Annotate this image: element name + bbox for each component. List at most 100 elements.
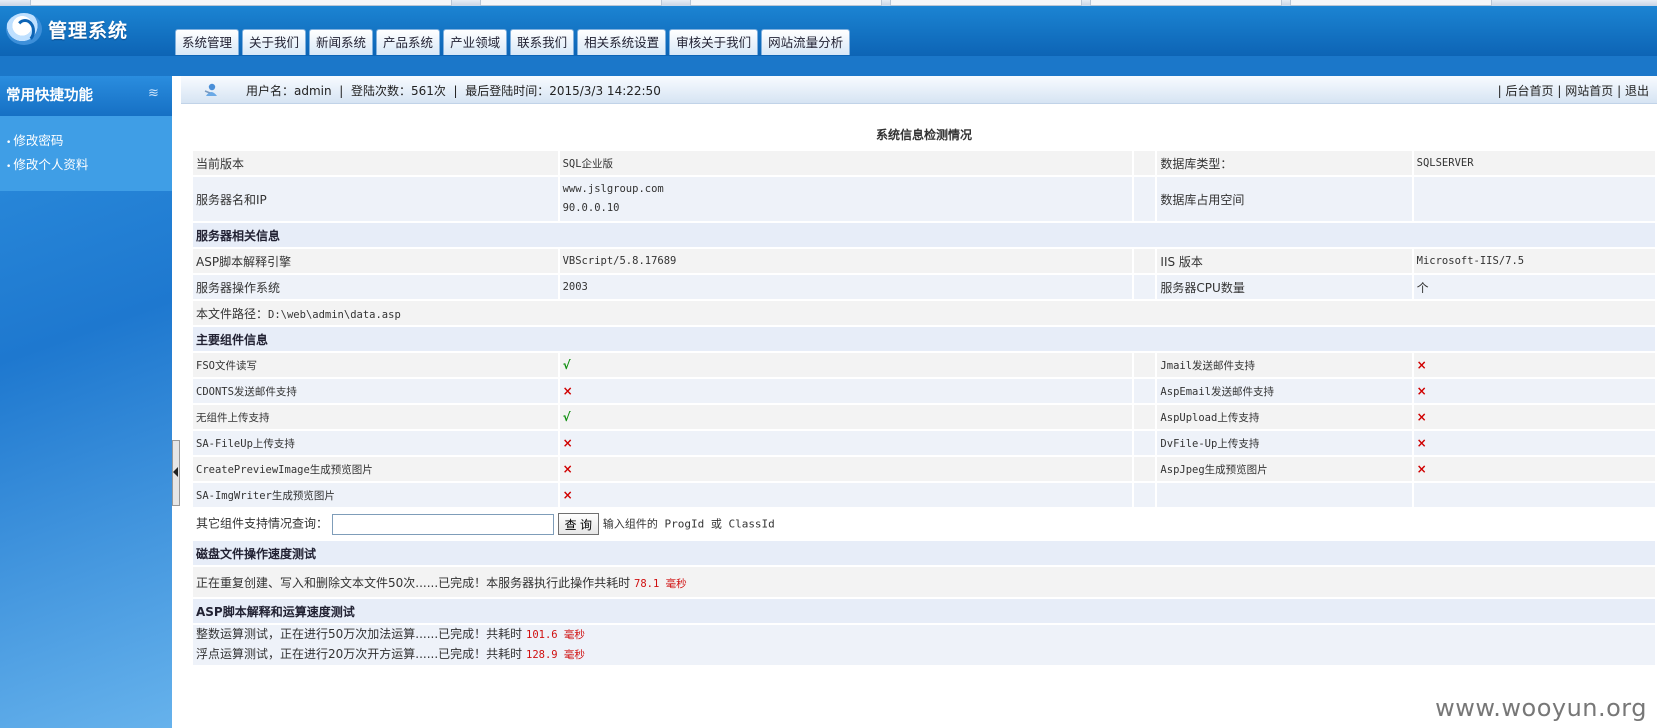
disk-test-time: 78.1 毫秒 bbox=[634, 577, 687, 590]
disk-test-text: 正在重复创建、写入和删除文本文件50次......已完成！本服务器执行此操作共耗… bbox=[196, 575, 631, 590]
sidebar-item-change-password[interactable]: • 修改密码 bbox=[6, 130, 63, 149]
bullet-icon: • bbox=[6, 162, 12, 172]
logo-icon bbox=[6, 13, 42, 45]
nav-tab-traffic[interactable]: 网站流量分析 bbox=[761, 29, 851, 55]
login-count: 561次 bbox=[410, 84, 446, 98]
sidebar-item-label: 修改个人资料 bbox=[13, 157, 89, 172]
int-test-text: 整数运算测试，正在进行50万次加法运算......已完成！共耗时 bbox=[196, 627, 523, 641]
cross-icon: × bbox=[1413, 431, 1655, 455]
query-row: 其它组件支持情况查询： 查 询 输入组件的 ProgId 或 ClassId bbox=[193, 509, 1655, 539]
user-info-bar: 用户名：admin | 登陆次数：561次 | 最后登陆时间：2015/3/3 … bbox=[181, 76, 1657, 104]
disk-test-result: 正在重复创建、写入和删除文本文件50次......已完成！本服务器执行此操作共耗… bbox=[193, 567, 1655, 597]
separator: | bbox=[339, 84, 344, 98]
top-header: 管理系统 系统管理 关于我们 新闻系统 产品系统 产业领域 联系我们 相关系统设… bbox=[0, 0, 1657, 56]
nav-tab-review-about[interactable]: 审核关于我们 bbox=[669, 29, 759, 55]
last-login-label: 最后登陆时间： bbox=[465, 84, 550, 98]
site-home-link[interactable]: 网站首页 bbox=[1565, 84, 1613, 98]
nav-tab-related-settings[interactable]: 相关系统设置 bbox=[577, 29, 667, 55]
table-row: 本文件路径：D:\web\admin\data.asp bbox=[193, 301, 1655, 325]
login-count-label: 登陆次数： bbox=[350, 84, 411, 98]
asp-engine-value: VBScript/5.8.17689 bbox=[559, 249, 1132, 273]
table-row: 无组件上传支持 √ AspUpload上传支持 × bbox=[193, 405, 1655, 429]
cross-icon: × bbox=[1413, 353, 1655, 377]
server-label: 服务器名和IP bbox=[193, 177, 558, 221]
component-section-title: 主要组件信息 bbox=[193, 327, 1655, 351]
cross-icon: × bbox=[1413, 457, 1655, 481]
user-info-text: 用户名：admin | 登陆次数：561次 | 最后登陆时间：2015/3/3 … bbox=[246, 82, 661, 99]
sidebar-toggle-handle[interactable] bbox=[172, 440, 180, 506]
sidebar-links: • 修改密码 • 修改个人资料 bbox=[0, 116, 172, 191]
username: admin bbox=[294, 84, 332, 98]
cross-icon: × bbox=[559, 379, 1132, 403]
collapse-icon[interactable]: ≋ bbox=[148, 86, 159, 101]
section-header: 服务器相关信息 bbox=[193, 223, 1655, 247]
main-content: 用户名：admin | 登陆次数：561次 | 最后登陆时间：2015/3/3 … bbox=[181, 76, 1657, 728]
logo-text: 管理系统 bbox=[48, 19, 129, 42]
logout-link[interactable]: 退出 bbox=[1625, 84, 1649, 98]
component-name: AspEmail发送邮件支持 bbox=[1157, 379, 1412, 403]
main-nav: 系统管理 关于我们 新闻系统 产品系统 产业领域 联系我们 相关系统设置 审核关… bbox=[175, 29, 853, 56]
nav-tab-contact[interactable]: 联系我们 bbox=[510, 29, 575, 55]
float-test-text: 浮点运算测试，正在进行20万次开方运算......已完成！共耗时 bbox=[196, 647, 523, 661]
page-title: 系统信息检测情况 bbox=[193, 119, 1655, 149]
file-path-value: D:\web\admin\data.asp bbox=[268, 308, 401, 321]
component-name: SA-FileUp上传支持 bbox=[193, 431, 558, 455]
browser-tab-strip bbox=[0, 0, 1657, 6]
top-links: | 后台首页 | 网站首页 | 退出 bbox=[1498, 82, 1649, 99]
check-icon: √ bbox=[559, 405, 1132, 429]
cross-icon: × bbox=[559, 483, 1132, 507]
nav-tab-products[interactable]: 产品系统 bbox=[376, 29, 441, 55]
nav-tab-news[interactable]: 新闻系统 bbox=[309, 29, 374, 55]
component-name: 无组件上传支持 bbox=[193, 405, 558, 429]
table-row: 服务器名和IP www.jslgroup.com 90.0.0.10 数据库占用… bbox=[193, 177, 1655, 221]
asp-engine-label: ASP脚本解释引擎 bbox=[193, 249, 558, 273]
cpu-label: 服务器CPU数量 bbox=[1157, 275, 1412, 299]
os-value: 2003 bbox=[559, 275, 1132, 299]
separator: | bbox=[1557, 84, 1562, 98]
nav-tab-about-us[interactable]: 关于我们 bbox=[242, 29, 307, 55]
admin-home-link[interactable]: 后台首页 bbox=[1506, 84, 1554, 98]
component-name: FSO文件读写 bbox=[193, 353, 558, 377]
server-section-title: 服务器相关信息 bbox=[193, 223, 1655, 247]
last-login-time: 2015/3/3 14:22:50 bbox=[549, 84, 661, 98]
int-test-time: 101.6 毫秒 bbox=[526, 629, 585, 641]
sidebar-item-edit-profile[interactable]: • 修改个人资料 bbox=[6, 154, 88, 173]
asp-section-title: ASP脚本解释和运算速度测试 bbox=[193, 599, 1655, 623]
component-name: AspUpload上传支持 bbox=[1157, 405, 1412, 429]
header-band bbox=[0, 56, 1657, 76]
component-name: Jmail发送邮件支持 bbox=[1157, 353, 1412, 377]
table-row: CDONTS发送邮件支持 × AspEmail发送邮件支持 × bbox=[193, 379, 1655, 403]
query-cell: 其它组件支持情况查询： 查 询 输入组件的 ProgId 或 ClassId bbox=[193, 509, 1655, 539]
cross-icon: × bbox=[1413, 405, 1655, 429]
table-title-row: 系统信息检测情况 bbox=[193, 119, 1655, 149]
table-row: ASP脚本解释引擎 VBScript/5.8.17689 IIS 版本 Micr… bbox=[193, 249, 1655, 273]
table-row: 整数运算测试，正在进行50万次加法运算......已完成！共耗时 101.6 毫… bbox=[193, 625, 1655, 665]
component-rows: FSO文件读写 √ Jmail发送邮件支持 × CDONTS发送邮件支持 × AspEmai… bbox=[193, 353, 1655, 507]
os-label: 服务器操作系统 bbox=[193, 275, 558, 299]
sidebar: 常用快捷功能 ≋ • 修改密码 • 修改个人资料 bbox=[0, 76, 172, 728]
query-label: 其它组件支持情况查询： bbox=[196, 516, 329, 531]
component-name: CreatePreviewImage生成预览图片 bbox=[193, 457, 558, 481]
section-header: 磁盘文件操作速度测试 bbox=[193, 541, 1655, 565]
separator: | bbox=[453, 84, 458, 98]
version-label: 当前版本 bbox=[193, 151, 558, 175]
cross-icon: × bbox=[1413, 379, 1655, 403]
bullet-icon: • bbox=[6, 138, 12, 148]
asp-test-results: 整数运算测试，正在进行50万次加法运算......已完成！共耗时 101.6 毫… bbox=[193, 625, 1655, 665]
sysinfo-panel: 系统信息检测情况 当前版本 SQL企业版 数据库类型： SQLSERVER 服务… bbox=[191, 117, 1657, 667]
version-value: SQL企业版 bbox=[559, 151, 1132, 175]
section-header: 主要组件信息 bbox=[193, 327, 1655, 351]
query-button[interactable]: 查 询 bbox=[557, 513, 600, 535]
component-query-input[interactable] bbox=[331, 513, 554, 535]
user-label: 用户名： bbox=[246, 84, 295, 98]
db-type-value: SQLSERVER bbox=[1413, 151, 1655, 175]
sidebar-header: 常用快捷功能 ≋ bbox=[0, 76, 172, 116]
check-icon: √ bbox=[559, 353, 1132, 377]
iis-label: IIS 版本 bbox=[1157, 249, 1412, 273]
file-path-label: 本文件路径： bbox=[196, 306, 269, 321]
server-name: www.jslgroup.com bbox=[562, 183, 664, 195]
nav-tab-system-manage[interactable]: 系统管理 bbox=[175, 29, 240, 55]
table-row: 正在重复创建、写入和删除文本文件50次......已完成！本服务器执行此操作共耗… bbox=[193, 567, 1655, 597]
nav-tab-industry[interactable]: 产业领域 bbox=[443, 29, 508, 55]
separator: | bbox=[1497, 84, 1502, 98]
